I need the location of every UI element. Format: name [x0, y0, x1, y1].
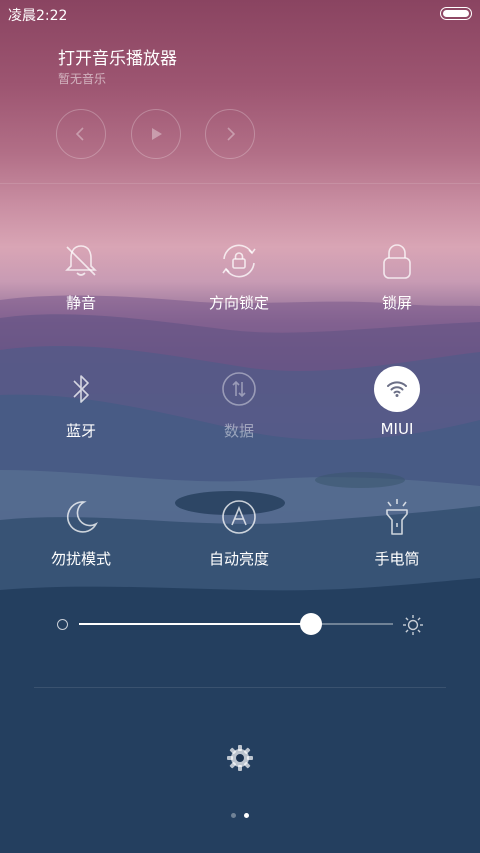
brightness-low-icon	[57, 619, 68, 630]
battery-icon	[440, 7, 472, 20]
toggle-label: 数据	[223, 422, 254, 440]
music-player-subtitle: 暂无音乐	[58, 72, 107, 86]
toggle-mute[interactable]: 静音	[21, 238, 141, 313]
play-button[interactable]	[131, 109, 181, 159]
flashlight-icon	[386, 499, 408, 535]
toggle-wifi[interactable]: MIUI	[337, 366, 457, 438]
page-dot-active	[244, 813, 249, 818]
brightness-high-icon	[403, 615, 423, 635]
toggle-label: 蓝牙	[65, 422, 96, 440]
toggle-label: MIUI	[380, 420, 414, 438]
toggle-do-not-disturb[interactable]: 勿扰模式	[21, 494, 141, 569]
toggle-auto-brightness[interactable]: 自动亮度	[179, 494, 299, 569]
moon-icon	[66, 501, 98, 533]
divider	[0, 183, 480, 184]
toggle-label: 锁屏	[381, 294, 412, 312]
wifi-active-indicator	[374, 366, 420, 412]
music-player-title[interactable]: 打开音乐播放器	[58, 44, 177, 69]
toggle-label: 勿扰模式	[50, 550, 111, 568]
play-icon	[152, 128, 162, 140]
toggle-mobile-data[interactable]: 数据	[179, 366, 299, 441]
wifi-icon	[387, 381, 407, 397]
rotation-lock-icon	[222, 244, 256, 278]
toggle-bluetooth[interactable]: 蓝牙	[21, 366, 141, 441]
previous-icon	[75, 127, 84, 141]
toggle-label: 方向锁定	[208, 294, 269, 312]
auto-brightness-icon	[222, 500, 256, 534]
mobile-data-icon	[222, 372, 256, 406]
divider	[34, 687, 446, 688]
page-indicator	[0, 813, 480, 818]
status-time: 凌晨2:22	[8, 8, 68, 24]
toggle-flashlight[interactable]: 手电筒	[337, 494, 457, 569]
previous-button[interactable]	[56, 109, 106, 159]
page-dot	[231, 813, 236, 818]
status-bar: 凌晨2:22	[0, 0, 480, 28]
brightness-slider[interactable]	[79, 613, 393, 635]
toggle-rotation-lock[interactable]: 方向锁定	[179, 238, 299, 313]
settings-gear-icon[interactable]	[224, 742, 256, 774]
bluetooth-icon	[73, 375, 89, 403]
toggle-label: 静音	[65, 294, 96, 312]
next-button[interactable]	[205, 109, 255, 159]
toggle-label: 手电筒	[374, 550, 420, 568]
toggle-label: 自动亮度	[208, 550, 269, 568]
brightness-slider-fill	[79, 623, 312, 625]
toggle-lock-screen[interactable]: 锁屏	[337, 238, 457, 313]
lock-icon	[383, 244, 411, 279]
bell-off-icon	[65, 245, 97, 276]
next-icon	[227, 127, 236, 141]
